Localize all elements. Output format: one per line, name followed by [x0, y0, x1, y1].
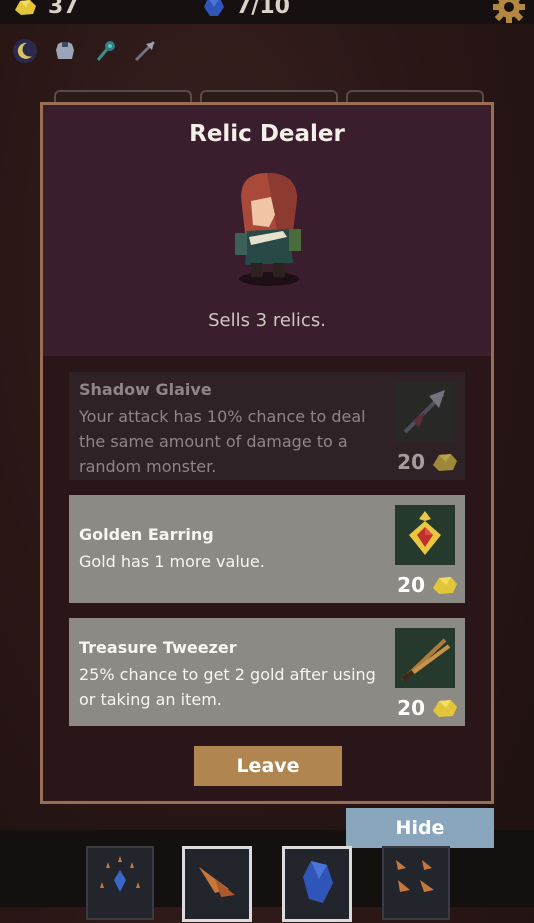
- gem-count: 7/10: [236, 0, 290, 19]
- gem-spikes-icon: [100, 856, 140, 892]
- inventory-card-3[interactable]: [282, 846, 352, 922]
- glaive-icon: [134, 40, 156, 62]
- relic-description: 25% chance to get 2 gold after using or …: [79, 665, 376, 709]
- relic-name: Shadow Glaive: [79, 380, 212, 399]
- gear-icon[interactable]: [492, 0, 526, 24]
- relic-name: Golden Earring: [79, 525, 214, 544]
- blue-gem-icon: [303, 861, 333, 903]
- mace-icon: [96, 41, 115, 61]
- inventory-card-2[interactable]: [182, 846, 252, 922]
- relic-dealer-dialog: Relic Dealer Sells 3 relics. Shadow Glai…: [40, 102, 494, 804]
- inventory-card-4[interactable]: [382, 846, 450, 920]
- relic-description: Your attack has 10% chance to deal the s…: [79, 407, 366, 476]
- price-value: 20: [397, 696, 425, 720]
- gold-nugget-icon: [433, 577, 457, 594]
- moon-icon: [13, 39, 37, 63]
- armor-icon: [56, 42, 74, 59]
- relic-price: 20: [397, 573, 459, 597]
- golden-earring-icon: [395, 505, 455, 565]
- relic-dealer-portrait: [235, 173, 301, 286]
- relic-item-golden-earring[interactable]: Golden Earring Gold has 1 more value. 20: [69, 495, 465, 603]
- dialog-subtitle: Sells 3 relics.: [208, 310, 326, 331]
- relic-item-treasure-tweezer[interactable]: Treasure Tweezer 25% chance to get 2 gol…: [69, 618, 465, 726]
- claws-icon: [199, 867, 235, 897]
- relic-name: Treasure Tweezer: [79, 638, 237, 657]
- hide-button[interactable]: Hide: [346, 808, 494, 848]
- gold-counter: 37: [12, 0, 79, 19]
- claws-icon: [396, 860, 434, 892]
- relic-price: 20: [397, 696, 459, 720]
- dialog-header: Relic Dealer Sells 3 relics.: [43, 105, 491, 356]
- gem-counter: 7/10: [202, 0, 290, 19]
- shadow-glaive-icon: [395, 382, 455, 442]
- gold-count: 37: [48, 0, 79, 19]
- gold-nugget-icon: [433, 454, 457, 471]
- treasure-tweezer-icon: [395, 628, 455, 688]
- price-value: 20: [397, 573, 425, 597]
- gold-nugget-icon: [433, 700, 457, 717]
- price-value: 20: [397, 450, 425, 474]
- relic-item-shadow-glaive: Shadow Glaive Your attack has 10% chance…: [69, 372, 465, 480]
- leave-button[interactable]: Leave: [194, 746, 342, 786]
- status-effects: [12, 38, 158, 64]
- relic-description: Gold has 1 more value.: [79, 552, 265, 571]
- blue-gem-icon: [204, 0, 224, 16]
- relic-price: 20: [397, 450, 459, 474]
- inventory-card-1[interactable]: [86, 846, 154, 920]
- dialog-title: Relic Dealer: [189, 121, 345, 147]
- gold-nugget-icon: [15, 0, 36, 15]
